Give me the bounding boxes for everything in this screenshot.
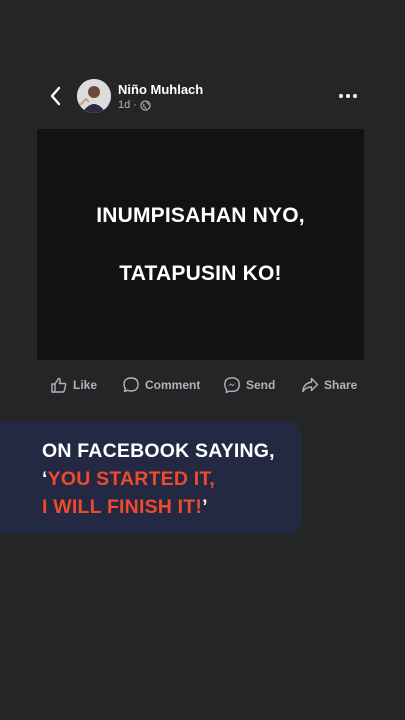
more-options-button[interactable] [336,84,360,108]
caption-line3-text: I WILL FINISH IT! [42,496,203,518]
messenger-icon [224,377,240,394]
post-meta: 1d · [118,99,151,111]
like-label: Like [73,378,98,392]
post-actions-bar: Like Comment Send Share [37,372,377,398]
caption-banner: ON FACEBOOK SAYING, ‘YOU STARTED IT, I W… [0,421,301,533]
comment-label: Comment [145,378,201,392]
post-image-text-line2: TATAPUSIN KO! [119,262,282,285]
thumbs-up-icon [51,377,67,393]
author-name[interactable]: Niño Muhlach [118,82,203,97]
more-dots-icon [338,94,359,98]
post-image-text: INUMPISAHAN NYO, TATAPUSIN KO! [96,172,305,317]
chevron-left-icon [50,86,61,106]
caption-line2: ‘YOU STARTED IT, [42,465,301,493]
like-button[interactable]: Like [50,372,97,398]
caption-line1: ON FACEBOOK SAYING, [42,440,275,462]
back-button[interactable] [44,84,68,108]
avatar-picture [77,79,111,113]
caption-quote-close: ’ [202,496,208,518]
send-button[interactable]: Send [223,372,275,398]
send-label: Send [246,378,276,392]
comment-bubble-icon [123,377,139,393]
caption-line2-text: YOU STARTED IT, [47,468,215,490]
share-arrow-icon [302,377,319,393]
globe-icon [140,99,151,111]
share-button[interactable]: Share [301,372,357,398]
post-image[interactable]: INUMPISAHAN NYO, TATAPUSIN KO! [37,129,364,360]
comment-button[interactable]: Comment [122,372,200,398]
avatar[interactable] [77,79,111,113]
post-time[interactable]: 1d [118,99,130,111]
post-image-text-line1: INUMPISAHAN NYO, [96,204,305,227]
share-label: Share [324,378,358,392]
meta-separator: · [133,99,137,111]
post-header: Niño Muhlach 1d · [0,76,405,116]
caption-line3: I WILL FINISH IT!’ [42,493,301,521]
